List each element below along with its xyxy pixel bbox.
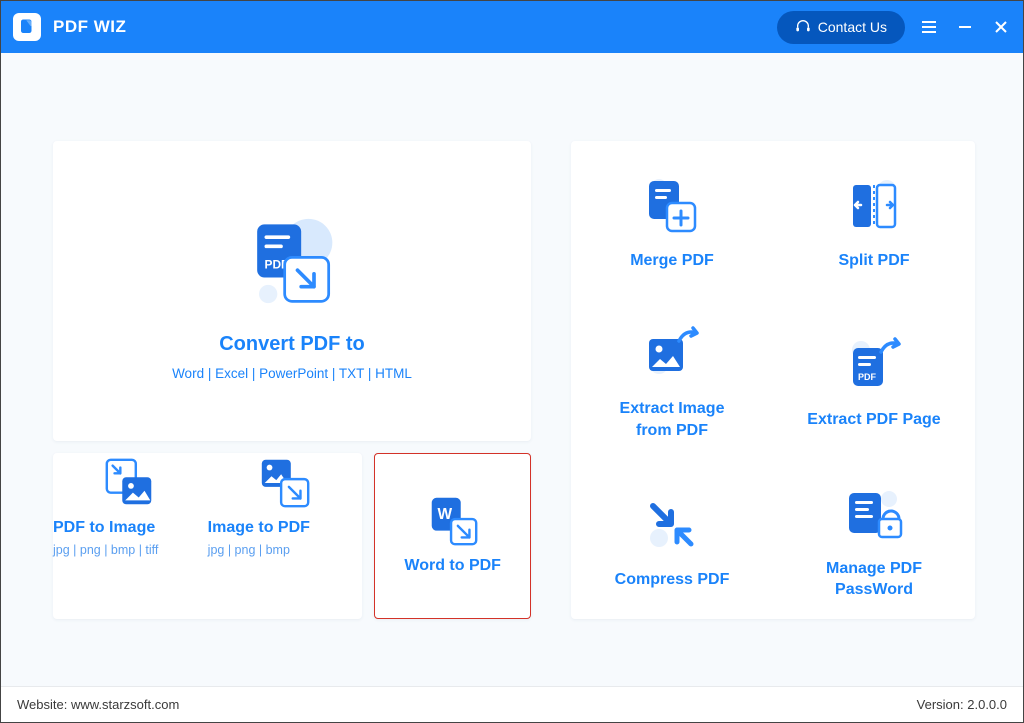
headset-icon — [795, 18, 811, 37]
svg-text:W: W — [437, 506, 452, 523]
minimize-icon[interactable] — [955, 17, 975, 37]
extract-image-card[interactable]: Extract Image from PDF — [571, 300, 773, 459]
app-logo-icon — [13, 13, 41, 41]
merge-pdf-icon — [641, 170, 703, 242]
left-column: PDF Convert PDF to Word | Excel | PowerP… — [53, 141, 531, 686]
word-to-pdf-title: Word to PDF — [404, 557, 501, 575]
pdf-to-image-subtitle: jpg | png | bmp | tiff — [53, 543, 208, 557]
contact-us-label: Contact Us — [818, 19, 887, 35]
main-content: PDF Convert PDF to Word | Excel | PowerP… — [1, 53, 1023, 686]
convert-pdf-icon: PDF — [232, 201, 352, 321]
contact-us-button[interactable]: Contact Us — [777, 11, 905, 44]
version-label: Version: 2.0.0.0 — [917, 697, 1007, 712]
bottom-tools-row: PDF to Image jpg | png | bmp | tiff — [53, 453, 531, 619]
menu-icon[interactable] — [919, 17, 939, 37]
image-to-pdf-icon — [208, 453, 363, 513]
pdf-to-image-title: PDF to Image — [53, 519, 208, 537]
website-label: Website: www.starzsoft.com — [17, 697, 179, 712]
compress-pdf-card[interactable]: Compress PDF — [571, 460, 773, 619]
split-pdf-card[interactable]: Split PDF — [773, 141, 975, 300]
word-to-pdf-icon: W — [424, 491, 482, 551]
split-pdf-icon — [843, 170, 905, 242]
split-pdf-label: Split PDF — [838, 250, 909, 272]
merge-pdf-label: Merge PDF — [630, 250, 714, 272]
convert-pdf-subtitle: Word | Excel | PowerPoint | TXT | HTML — [172, 366, 412, 381]
svg-text:PDF: PDF — [858, 372, 877, 382]
convert-pdf-card[interactable]: PDF Convert PDF to Word | Excel | PowerP… — [53, 141, 531, 441]
app-title: PDF WIZ — [53, 17, 126, 37]
app-window: PDF WIZ Contact Us — [1, 1, 1023, 722]
extract-page-icon: PDF — [841, 329, 907, 401]
close-icon[interactable] — [991, 17, 1011, 37]
image-to-pdf-card[interactable]: Image to PDF jpg | png | bmp — [208, 453, 363, 619]
convert-pdf-title: Convert PDF to — [219, 333, 365, 356]
compress-pdf-icon — [641, 489, 703, 561]
manage-password-card[interactable]: Manage PDF PassWord — [773, 460, 975, 619]
word-to-pdf-card[interactable]: W Word to PDF — [374, 453, 531, 619]
extract-page-label: Extract PDF Page — [807, 409, 940, 431]
extract-image-label: Extract Image from PDF — [620, 398, 725, 441]
extract-image-icon — [639, 318, 705, 390]
pdf-to-image-icon — [53, 453, 208, 513]
title-bar: PDF WIZ Contact Us — [1, 1, 1023, 53]
pdf-to-image-card[interactable]: PDF to Image jpg | png | bmp | tiff — [53, 453, 208, 619]
right-column: Merge PDF Split PDF — [571, 141, 975, 686]
compress-pdf-label: Compress PDF — [615, 569, 730, 591]
extract-page-card[interactable]: PDF Extract PDF Page — [773, 300, 975, 459]
image-to-pdf-subtitle: jpg | png | bmp — [208, 543, 363, 557]
image-to-pdf-title: Image to PDF — [208, 519, 363, 537]
footer-bar: Website: www.starzsoft.com Version: 2.0.… — [1, 686, 1023, 722]
manage-password-icon — [841, 478, 907, 550]
manage-password-label: Manage PDF PassWord — [826, 558, 922, 601]
merge-pdf-card[interactable]: Merge PDF — [571, 141, 773, 300]
tools-grid: Merge PDF Split PDF — [571, 141, 975, 619]
